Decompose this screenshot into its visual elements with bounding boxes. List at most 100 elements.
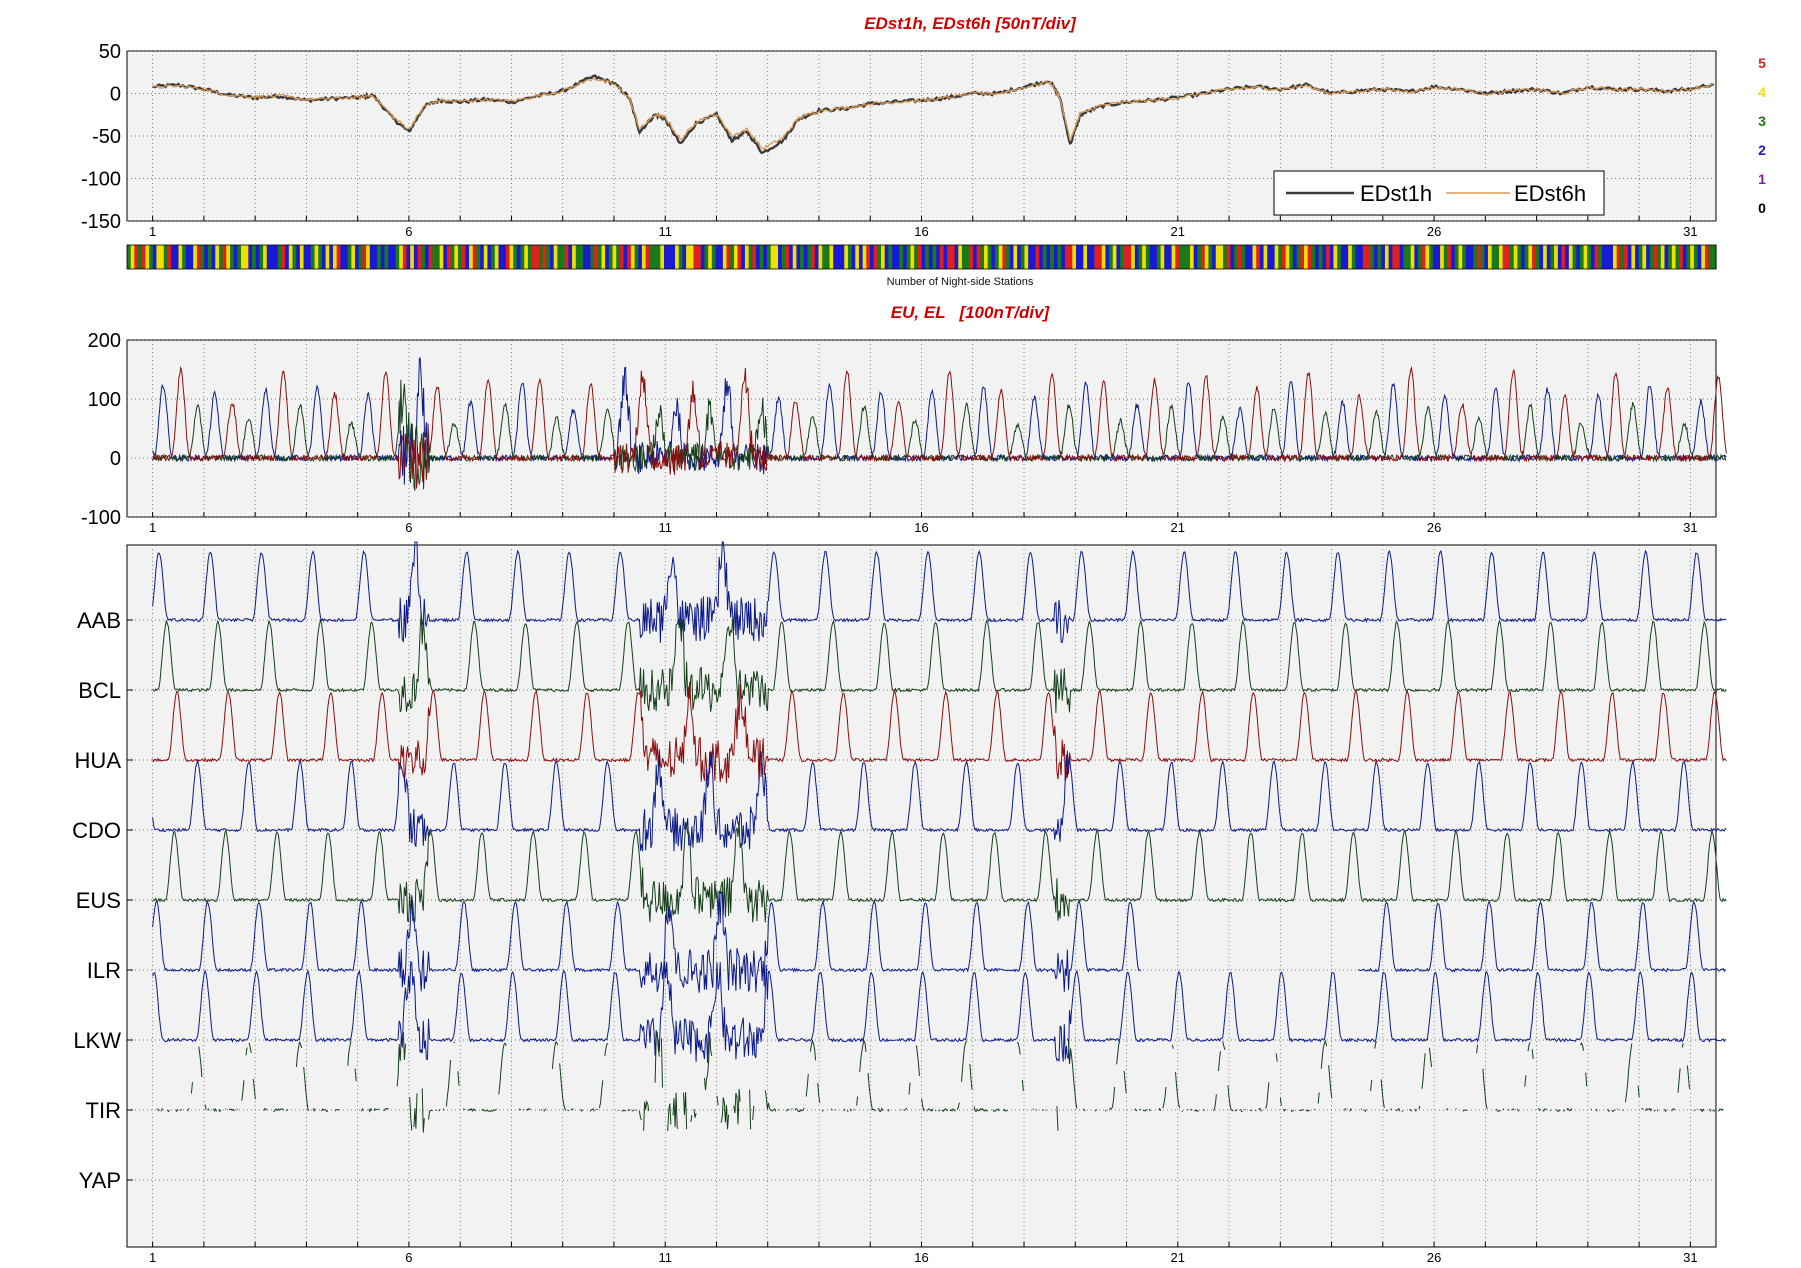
night-stations-cell [1686, 245, 1691, 269]
night-stations-cell [652, 245, 658, 269]
night-stations-cell [1053, 245, 1059, 269]
night-stations-cell [1344, 245, 1349, 269]
night-stations-cell [984, 245, 989, 269]
night-stations-cell [1451, 245, 1456, 269]
night-stations-cell [873, 245, 878, 269]
night-stations-cell [1057, 245, 1062, 269]
night-stations-cell [274, 245, 279, 269]
night-stations-cell [1557, 245, 1563, 269]
night-stations-cell [1178, 245, 1184, 269]
night-stations-cell [281, 245, 286, 269]
night-stations-cell [1142, 245, 1147, 269]
night-stations-cell [1454, 245, 1460, 269]
night-stations-cell [689, 245, 695, 269]
night-stations-cell [1226, 245, 1232, 269]
night-stations-cell [1149, 245, 1154, 269]
night-stations-cell [1230, 245, 1235, 269]
night-stations-cell [307, 245, 312, 269]
night-stations-cell [384, 245, 389, 269]
station-label-eus: EUS [76, 888, 121, 913]
night-stations-cell [899, 245, 904, 269]
night-stations-cell [1134, 245, 1140, 269]
night-stations-cell [770, 245, 775, 269]
night-stations-cell [1407, 245, 1412, 269]
night-stations-cell [1701, 245, 1706, 269]
night-stations-cell [1105, 245, 1110, 269]
night-stations-cell [601, 245, 606, 269]
night-stations-cell [638, 245, 643, 269]
night-stations-cell [1620, 245, 1625, 269]
night-stations-cell [285, 245, 290, 269]
night-stations-cell [851, 245, 856, 269]
night-stations-cell [1009, 245, 1015, 269]
night-stations-cell [1120, 245, 1125, 269]
night-stations-cell [1594, 245, 1599, 269]
night-stations-cell [1609, 245, 1614, 269]
night-stations-cell [822, 245, 827, 269]
night-stations-cell [697, 245, 702, 269]
night-stations-cell [1429, 245, 1434, 269]
night-stations-cell [505, 245, 511, 269]
night-stations-cell [1414, 245, 1419, 269]
night-stations-cell [336, 245, 341, 269]
night-stations-cell [575, 245, 581, 269]
night-stations-cell [1590, 245, 1596, 269]
night-stations-cell [998, 245, 1004, 269]
night-stations-cell [332, 245, 338, 269]
night-stations-cell [950, 245, 956, 269]
night-stations-cell [255, 245, 261, 269]
night-stations-cell [1087, 245, 1092, 269]
station-label-aab: AAB [77, 608, 121, 633]
night-stations-cell [531, 245, 536, 269]
night-stations-cell [465, 245, 470, 269]
night-stations-cell [288, 245, 294, 269]
night-stations-cell [796, 245, 801, 269]
night-stations-cell [450, 245, 455, 269]
figure: 50 0 -50 -100 -150 1 6 11 16 21 26 31 EDst1h EDst6h 5 4… [0, 0, 1801, 1268]
night-stations-cell [1145, 245, 1151, 269]
night-stations-cell [811, 245, 816, 269]
night-stations-cell [200, 245, 205, 269]
night-stations-cell [1642, 245, 1647, 269]
night-stations-cell [961, 245, 967, 269]
night-stations-cell [1395, 245, 1401, 269]
night-stations-cell [1035, 245, 1040, 269]
stations-xtick-label: 6 [405, 1250, 412, 1265]
night-stations-cell [1252, 245, 1257, 269]
night-stations-cell [1223, 245, 1228, 269]
night-stations-cell [439, 245, 444, 269]
night-stations-cell [1075, 245, 1081, 269]
night-stations-cell [1462, 245, 1467, 269]
night-stations-cell [1245, 245, 1250, 269]
night-stations-cell [759, 245, 764, 269]
night-stations-cell [174, 245, 180, 269]
night-stations-cell [649, 245, 654, 269]
night-stations-cell [1576, 245, 1581, 269]
night-stations-cell [973, 245, 978, 269]
night-stations-cell [1704, 245, 1710, 269]
night-stations-cell [1204, 245, 1209, 269]
night-stations-cell [675, 245, 680, 269]
night-stations-cell [550, 245, 555, 269]
night-stations-cell [542, 245, 547, 269]
edst-xtick-label: 26 [1427, 224, 1441, 239]
night-stations-cell [1289, 245, 1294, 269]
night-stations-cell [1256, 245, 1261, 269]
night-stations-cell [903, 245, 908, 269]
night-stations-cell [303, 245, 308, 269]
night-stations-cell [480, 245, 485, 269]
night-stations-cell [1101, 245, 1107, 269]
night-stations-cell [847, 245, 853, 269]
night-stations-cell [608, 245, 614, 269]
night-stations-cell [881, 245, 886, 269]
night-stations-cell [1263, 245, 1268, 269]
night-stations-cell [1513, 245, 1518, 269]
night-stations-cell [781, 245, 787, 269]
night-stations-cell [1587, 245, 1592, 269]
night-stations-cell [686, 245, 691, 269]
night-stations-cell [1697, 245, 1702, 269]
night-stations-cell [1381, 245, 1386, 269]
night-stations-cell [391, 245, 397, 269]
night-stations-cell [958, 245, 963, 269]
night-stations-cell [358, 245, 364, 269]
